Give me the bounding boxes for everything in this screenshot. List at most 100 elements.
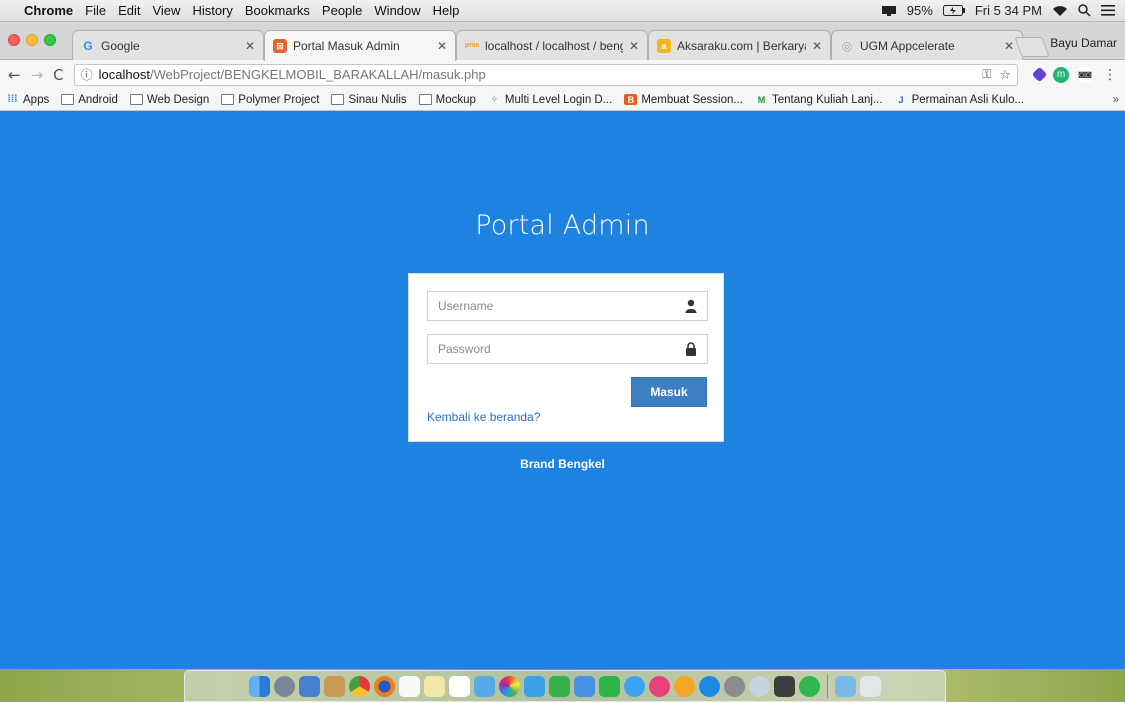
extension-gem-icon[interactable] xyxy=(1031,66,1048,83)
wifi-icon[interactable] xyxy=(1052,5,1068,17)
downloads-folder-icon[interactable] xyxy=(835,675,856,697)
url-path: /WebProject/BENGKELMOBIL_BARAKALLAH/masu… xyxy=(149,67,486,82)
numbers-icon[interactable] xyxy=(549,675,570,697)
login-submit-button[interactable]: Masuk xyxy=(631,377,707,407)
bookmark-multi-level-login[interactable]: ✧ Multi Level Login D... xyxy=(488,94,613,106)
codeigniter-favicon-icon: ⊠ xyxy=(273,39,287,53)
forward-arrow-icon[interactable]: → xyxy=(31,66,44,84)
bookmark-tentang-kuliah[interactable]: M Tentang Kuliah Lanj... xyxy=(755,94,883,106)
profile-name[interactable]: Bayu Damar xyxy=(1050,36,1117,50)
app-store-icon[interactable] xyxy=(699,675,720,697)
back-to-home-link[interactable]: Kembali ke beranda? xyxy=(427,410,540,424)
network-icon[interactable] xyxy=(881,5,897,17)
tab-google[interactable]: G Google ✕ xyxy=(72,30,264,60)
launchpad-icon[interactable] xyxy=(274,675,295,697)
password-input[interactable] xyxy=(428,335,707,363)
bookmarks-overflow-icon[interactable]: » xyxy=(1113,94,1119,106)
disk-utility-icon[interactable] xyxy=(749,675,770,697)
system-preferences-icon[interactable] xyxy=(724,675,745,697)
ibooks-icon[interactable] xyxy=(674,675,695,697)
reminders-icon[interactable] xyxy=(449,675,470,697)
trash-icon[interactable] xyxy=(860,675,881,697)
lock-icon xyxy=(686,342,696,356)
close-tab-icon[interactable]: ✕ xyxy=(812,39,822,53)
bookmark-web-design[interactable]: Web Design xyxy=(129,93,210,106)
photo-booth-icon[interactable] xyxy=(474,675,495,697)
username-input[interactable] xyxy=(428,292,707,320)
folder-icon xyxy=(221,94,235,105)
pages-icon[interactable] xyxy=(524,675,545,697)
tab-title: Portal Masuk Admin xyxy=(293,39,400,53)
menu-chrome[interactable]: Chrome xyxy=(24,3,73,18)
keynote-icon[interactable] xyxy=(574,675,595,697)
finder-icon[interactable] xyxy=(249,675,270,697)
site-info-icon[interactable]: ⓘ xyxy=(81,66,93,83)
address-bar[interactable]: ⓘ localhost/WebProject/BENGKELMOBIL_BARA… xyxy=(73,63,1018,86)
menu-edit[interactable]: Edit xyxy=(118,3,140,18)
menu-file[interactable]: File xyxy=(85,3,106,18)
bookmark-sinau-nulis[interactable]: Sinau Nulis xyxy=(331,93,407,106)
extension-m-icon[interactable]: m xyxy=(1053,66,1069,83)
bookmark-permainan-asli[interactable]: J Permainan Asli Kulo... xyxy=(895,94,1025,106)
bookmark-android[interactable]: Android xyxy=(61,94,118,106)
preview-icon[interactable] xyxy=(299,675,320,697)
tab-title: localhost / localhost / bengk xyxy=(485,38,623,53)
menu-people[interactable]: People xyxy=(322,3,362,18)
bookmark-label: Sinau Nulis xyxy=(348,93,407,106)
close-window-button[interactable] xyxy=(8,34,20,46)
extension-glasses-icon[interactable]: ◙◙ xyxy=(1077,66,1093,83)
facetime-icon[interactable] xyxy=(599,675,620,697)
menu-bookmarks[interactable]: Bookmarks xyxy=(245,3,310,18)
battery-icon[interactable] xyxy=(942,5,965,16)
menu-history[interactable]: History xyxy=(192,3,232,18)
username-field[interactable] xyxy=(427,291,708,321)
menu-help[interactable]: Help xyxy=(433,3,460,18)
chrome-menu-icon[interactable]: ⋮ xyxy=(1103,66,1117,83)
messages-icon[interactable] xyxy=(624,675,645,697)
tab-ugm-appcelerate[interactable]: ◎ UGM Appcelerate ✕ xyxy=(831,30,1023,60)
tab-aksaraku[interactable]: a Aksaraku.com | Berkarya Ad ✕ xyxy=(648,30,831,60)
close-tab-icon[interactable]: ✕ xyxy=(245,39,255,53)
window-controls xyxy=(8,34,56,46)
tab-phpmyadmin[interactable]: pma localhost / localhost / bengk ✕ xyxy=(456,30,648,60)
minimize-window-button[interactable] xyxy=(26,34,38,46)
fullscreen-window-button[interactable] xyxy=(44,34,56,46)
login-form: Masuk Kembali ke beranda? xyxy=(408,273,724,442)
bookmark-mockup[interactable]: Mockup xyxy=(418,93,476,106)
bookmark-polymer-project[interactable]: Polymer Project xyxy=(221,94,319,106)
notification-center-icon[interactable] xyxy=(1101,5,1115,16)
folder-icon xyxy=(61,94,75,105)
close-tab-icon[interactable]: ✕ xyxy=(629,39,639,53)
bookmark-apps[interactable]: ⁞⁞⁞ Apps xyxy=(6,94,50,106)
folder-icon xyxy=(418,94,432,105)
tab-portal-masuk-admin[interactable]: ⊠ Portal Masuk Admin ✕ xyxy=(264,30,456,61)
new-tab-button[interactable] xyxy=(1014,37,1050,57)
calendar-icon[interactable] xyxy=(399,675,420,697)
password-field[interactable] xyxy=(427,334,708,364)
reload-icon[interactable]: C xyxy=(53,66,63,84)
sublime-text-icon[interactable] xyxy=(774,675,795,697)
page-title: Portal Admin xyxy=(475,210,650,241)
tab-strip: G Google ✕ ⊠ Portal Masuk Admin ✕ pma lo… xyxy=(0,22,1125,61)
firefox-icon[interactable] xyxy=(374,675,395,697)
whatsapp-icon[interactable] xyxy=(799,675,820,697)
itunes-icon[interactable] xyxy=(649,675,670,697)
bookmark-star-icon[interactable]: ☆ xyxy=(999,67,1011,83)
saved-password-key-icon[interactable]: ⚿ xyxy=(982,67,991,82)
back-arrow-icon[interactable]: ← xyxy=(8,66,21,84)
bookmark-label: Web Design xyxy=(146,93,210,106)
menu-window[interactable]: Window xyxy=(374,3,420,18)
spotlight-search-icon[interactable] xyxy=(1078,4,1091,17)
contacts-icon[interactable] xyxy=(324,675,345,697)
brand-footer: Brand Bengkel xyxy=(520,457,605,471)
close-tab-icon[interactable]: ✕ xyxy=(437,39,447,53)
page-content: Portal Admin Masuk Kembali ke beranda? B… xyxy=(0,112,1125,669)
bookmark-membuat-session[interactable]: B Membuat Session... xyxy=(624,94,743,106)
bookmark-label: Mockup xyxy=(435,93,476,106)
menubar-clock[interactable]: Fri 5 34 PM xyxy=(975,3,1042,18)
menu-view[interactable]: View xyxy=(152,3,180,18)
notes-icon[interactable] xyxy=(424,675,445,697)
chrome-icon[interactable] xyxy=(349,675,370,697)
close-tab-icon[interactable]: ✕ xyxy=(1004,39,1014,53)
photos-icon[interactable] xyxy=(499,675,520,697)
